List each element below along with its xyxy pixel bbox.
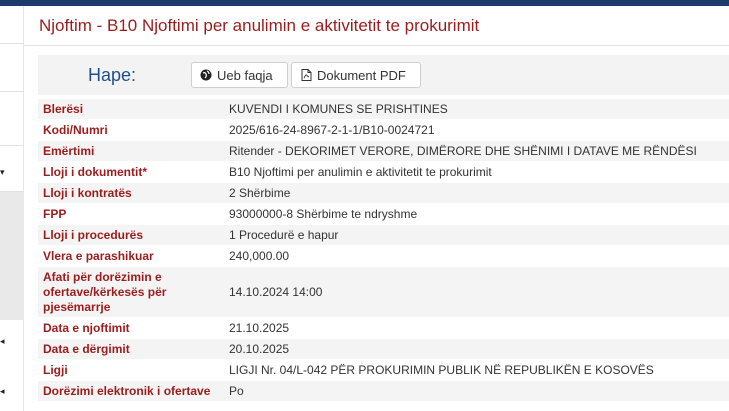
detail-value: 93000000-8 Shërbime te ndryshme bbox=[229, 207, 418, 221]
page-header: Njoftim - B10 Njoftimi per anulimin e ak… bbox=[24, 6, 729, 46]
left-sidebar: ▾ ◂ ◂ bbox=[0, 6, 24, 411]
open-label: Hape: bbox=[88, 65, 137, 85]
detail-value: 20.10.2025 bbox=[229, 342, 290, 356]
detail-label: Data e njoftimit bbox=[43, 321, 130, 335]
detail-label: FPP bbox=[43, 207, 67, 221]
detail-label: Kodi/Numri bbox=[43, 123, 108, 137]
pdf-document-button[interactable]: Dokument PDF bbox=[291, 62, 421, 88]
detail-value: 14.10.2024 14:00 bbox=[229, 285, 323, 299]
caret-left-icon[interactable]: ◂ bbox=[0, 386, 5, 396]
notice-details: Hape: Ueb faqja Dokument PDF Blerësi KUV… bbox=[38, 55, 729, 411]
detail-row-document-type: Lloji i dokumentit* B10 Njoftimi per anu… bbox=[38, 162, 729, 183]
detail-value: 2025/616-24-8967-2-1-1/B10-0024721 bbox=[229, 123, 435, 137]
sidebar-section[interactable] bbox=[0, 44, 24, 92]
web-page-button[interactable]: Ueb faqja bbox=[191, 62, 288, 88]
detail-label: Lloji i dokumentit* bbox=[43, 165, 147, 179]
detail-label: Lloji i procedurës bbox=[43, 228, 144, 242]
detail-value: 2 Shërbime bbox=[229, 186, 291, 200]
detail-row-buyer: Blerësi KUVENDI I KOMUNES SE PRISHTINES bbox=[38, 99, 729, 120]
detail-value: KUVENDI I KOMUNES SE PRISHTINES bbox=[229, 102, 448, 116]
detail-value: LIGJI Nr. 04/L-042 PËR PROKURIMIN PUBLIK… bbox=[229, 363, 654, 377]
web-page-button-label: Ueb faqja bbox=[217, 67, 273, 83]
detail-value: Ritender - DEKORIMET VERORE, DIMËRORE DH… bbox=[229, 144, 697, 158]
detail-row-notice-date: Data e njoftimit 21.10.2025 bbox=[38, 318, 729, 339]
detail-row-fpp: FPP 93000000-8 Shërbime te ndryshme bbox=[38, 204, 729, 225]
details-table: Blerësi KUVENDI I KOMUNES SE PRISHTINES … bbox=[38, 99, 729, 402]
detail-row-contract-type: Lloji i kontratës 2 Shërbime bbox=[38, 183, 729, 204]
detail-label: Emërtimi bbox=[43, 144, 95, 158]
detail-label: Afati për dorëzimin e ofertave/kërkesës … bbox=[43, 270, 167, 314]
detail-label: Lloji i kontratës bbox=[43, 186, 132, 200]
detail-label: Data e dërgimit bbox=[43, 342, 130, 356]
detail-row-estimated-value: Vlera e parashikuar 240,000.00 bbox=[38, 246, 729, 267]
detail-row-law: Ligji LIGJI Nr. 04/L-042 PËR PROKURIMIN … bbox=[38, 360, 729, 381]
detail-value: Po bbox=[229, 384, 244, 398]
pdf-file-icon bbox=[300, 69, 312, 81]
sidebar-panel bbox=[0, 192, 24, 320]
detail-row-sent-date: Data e dërgimit 20.10.2025 bbox=[38, 339, 729, 360]
detail-label: Blerësi bbox=[43, 102, 84, 116]
globe-icon bbox=[200, 69, 212, 81]
sidebar-section[interactable] bbox=[0, 92, 24, 146]
detail-row-procedure-type: Lloji i procedurës 1 Procedurë e hapur bbox=[38, 225, 729, 246]
caret-down-icon[interactable]: ▾ bbox=[0, 167, 5, 177]
detail-row-code: Kodi/Numri 2025/616-24-8967-2-1-1/B10-00… bbox=[38, 120, 729, 141]
detail-value: B10 Njoftimi per anulimin e aktivitetit … bbox=[229, 165, 492, 179]
detail-label: Vlera e parashikuar bbox=[43, 249, 154, 263]
page-title: Njoftim - B10 Njoftimi per anulimin e ak… bbox=[39, 16, 480, 35]
detail-row-deadline: Afati për dorëzimin e ofertave/kërkesës … bbox=[38, 267, 729, 318]
detail-label: Ligji bbox=[43, 363, 68, 377]
pdf-document-button-label: Dokument PDF bbox=[317, 67, 406, 83]
detail-label: Dorëzimi elektronik i ofertave bbox=[43, 384, 211, 398]
detail-row-electronic-submission: Dorëzimi elektronik i ofertave Po bbox=[38, 381, 729, 402]
caret-left-icon[interactable]: ◂ bbox=[0, 336, 5, 346]
detail-row-name: Emërtimi Ritender - DEKORIMET VERORE, DI… bbox=[38, 141, 729, 162]
detail-value: 240,000.00 bbox=[229, 249, 290, 263]
sidebar-section[interactable] bbox=[0, 6, 24, 44]
open-actions-bar: Hape: Ueb faqja Dokument PDF bbox=[38, 55, 729, 95]
detail-value: 21.10.2025 bbox=[229, 321, 290, 335]
detail-value: 1 Procedurë e hapur bbox=[229, 228, 339, 242]
